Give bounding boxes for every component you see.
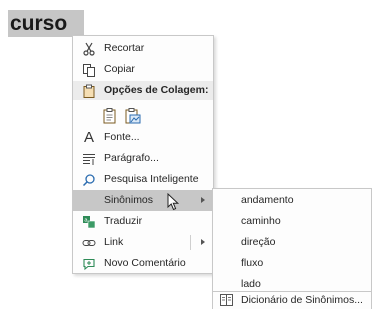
split-divider (190, 235, 191, 250)
synonym-label: direção (241, 236, 276, 248)
clipboard-icon (81, 83, 97, 99)
thesaurus-item[interactable]: Dicionário de Sinônimos... (212, 292, 372, 309)
paste-picture-icon[interactable] (123, 106, 142, 125)
synonym-item[interactable]: andamento (213, 190, 371, 211)
menu-item-label: Parágrafo... (104, 152, 159, 164)
menu-item-label: Opções de Colagem: (104, 84, 209, 96)
menu-item-cut[interactable]: Recortar (73, 38, 213, 59)
submenu-arrow-icon (201, 197, 205, 203)
translate-icon: a (81, 214, 97, 230)
scissors-icon (81, 41, 97, 57)
link-icon (81, 235, 97, 251)
synonym-label: caminho (241, 215, 281, 227)
paste-options-header: Opções de Colagem: (73, 81, 213, 100)
synonym-item[interactable]: direção (213, 232, 371, 253)
selected-word[interactable]: curso (8, 10, 84, 37)
paragraph-icon (81, 151, 97, 167)
copy-icon (81, 62, 97, 78)
menu-item-copy[interactable]: Copiar (73, 59, 213, 80)
menu-item-new-comment[interactable]: Novo Comentário (73, 253, 213, 274)
svg-text:a: a (84, 218, 87, 224)
mouse-pointer-icon (167, 193, 180, 211)
synonym-label: fluxo (241, 257, 264, 269)
menu-item-label: Copiar (104, 63, 135, 75)
menu-item-translate[interactable]: a Traduzir (73, 211, 213, 232)
paste-keep-formatting-icon[interactable] (101, 106, 120, 125)
smart-lookup-icon (81, 172, 97, 188)
menu-item-label: Novo Comentário (104, 257, 186, 269)
synonyms-submenu: andamento caminho direção fluxo lado (212, 188, 372, 292)
menu-item-label: Pesquisa Inteligente (104, 173, 199, 185)
paste-options-row (73, 103, 213, 127)
menu-item-label: Recortar (104, 42, 145, 54)
font-icon: A (83, 129, 94, 146)
menu-item-label: Sinônimos (104, 194, 154, 206)
thesaurus-icon (219, 293, 233, 307)
menu-item-label: Fonte... (104, 131, 140, 143)
menu-item-smart-lookup[interactable]: Pesquisa Inteligente (73, 169, 213, 190)
comment-icon (81, 256, 97, 272)
synonym-label: andamento (241, 194, 294, 206)
submenu-arrow-icon (201, 239, 205, 245)
thesaurus-label: Dicionário de Sinônimos... (241, 294, 363, 306)
menu-item-font[interactable]: A Fonte... (73, 127, 213, 148)
menu-item-synonyms[interactable]: Sinônimos (73, 190, 213, 211)
menu-item-label: Link (104, 236, 124, 248)
menu-item-paragraph[interactable]: Parágrafo... (73, 148, 213, 169)
synonym-item[interactable]: caminho (213, 211, 371, 232)
context-menu: Recortar Copiar Opções de Colagem: A Fon… (72, 35, 214, 274)
menu-item-link[interactable]: Link (73, 232, 213, 253)
synonym-item[interactable]: fluxo (213, 253, 371, 274)
menu-item-label: Traduzir (104, 215, 143, 227)
